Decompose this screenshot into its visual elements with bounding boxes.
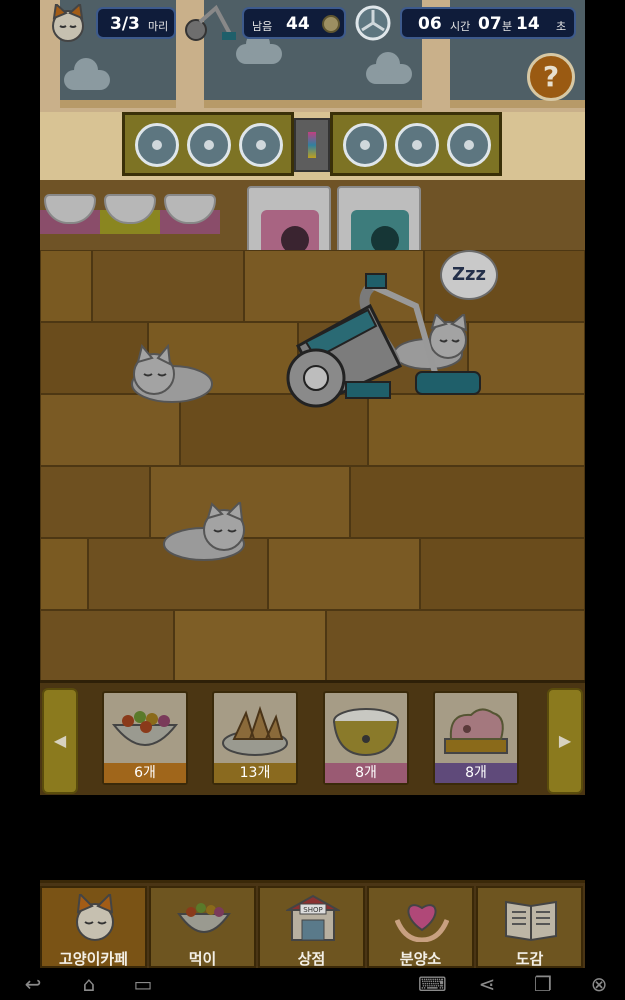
timer-minutes: 07 (478, 14, 502, 34)
shop-icon: SHOP (286, 894, 340, 941)
fan-icon (343, 123, 387, 167)
screen: Zzz 3/3 마리 남음 44 06 시간 07 분 14 초 ? ◀ 6개 … (0, 0, 625, 1000)
milk-bowl-icon (333, 708, 399, 757)
fan-control-box (294, 118, 330, 172)
nav-cat-cafe[interactable]: 고양이카페 (40, 886, 147, 968)
tray-item-count: 8개 (325, 763, 407, 783)
tray-item-mixed-kibble[interactable]: 6개 (102, 691, 188, 785)
tray-item-count: 6개 (104, 763, 186, 783)
system-bar: ↩ ⌂ ▭ ⌨ ⋖ ❐ ⊗ (0, 968, 625, 1000)
fan-panel-left (122, 112, 294, 176)
tray-item-dried-fish[interactable]: 13개 (212, 691, 298, 785)
window-icon[interactable]: ❐ (530, 972, 556, 996)
fan-icon (187, 123, 231, 167)
remaining-value: 44 (286, 14, 310, 34)
vacuum-cleaner-icon[interactable] (276, 266, 486, 416)
tray-right-arrow[interactable]: ▶ (547, 688, 583, 794)
fan-icon (447, 123, 491, 167)
nav-label: 먹이 (188, 950, 217, 968)
tray-left-arrow[interactable]: ◀ (42, 688, 78, 794)
remaining-label: 남음 (252, 20, 273, 33)
nav-food[interactable]: 먹이 (149, 886, 256, 968)
fan-panel-right (330, 112, 502, 176)
mixed-kibble-icon (111, 711, 179, 746)
dried-fish-icon (222, 705, 288, 756)
food-bowl-icon (177, 903, 231, 933)
fan-icon (395, 123, 439, 167)
nav-label: 분양소 (399, 950, 442, 968)
timer-pill: 06 시간 07 분 14 초 (400, 7, 576, 39)
bottom-nav: 고양이카페 먹이 SHOP 상점 분양소 도감 (40, 880, 585, 968)
sleeping-cat[interactable] (162, 502, 256, 564)
cat-face-icon (76, 894, 114, 941)
book-icon (505, 900, 557, 942)
timer-hours: 06 (418, 14, 442, 34)
cloud-decoration (366, 52, 412, 84)
tray-item-meat-slab[interactable]: 8개 (433, 691, 519, 785)
tray-item-milk-bowl[interactable]: 8개 (323, 691, 409, 785)
nav-encyclopedia[interactable]: 도감 (476, 886, 583, 968)
sleeping-cat[interactable] (122, 344, 216, 406)
keyboard-icon[interactable]: ⌨ (418, 972, 447, 996)
nav-shop[interactable]: SHOP 상점 (258, 886, 365, 968)
share-icon[interactable]: ⋖ (474, 972, 500, 996)
cloud-decoration (236, 32, 282, 64)
cat-count-unit: 마리 (148, 20, 169, 33)
cat-face-icon (52, 4, 84, 42)
remaining-pill: 남음 44 (242, 7, 346, 39)
timer-hours-label: 시간 (450, 20, 471, 33)
vacuum-icon (185, 4, 236, 41)
cloud-decoration (64, 58, 110, 90)
timer-seconds: 14 (516, 14, 540, 34)
heart-hands-icon (395, 904, 449, 942)
shop-sign: SHOP (303, 906, 322, 914)
back-icon[interactable]: ↩ (20, 972, 46, 996)
nav-label: 상점 (297, 950, 326, 968)
cat-count: 3/3 (110, 14, 140, 34)
close-icon[interactable]: ⊗ (586, 972, 612, 996)
recents-icon[interactable]: ▭ (130, 972, 156, 996)
timer-minutes-label: 분 (502, 20, 513, 33)
item-tray: ◀ 6개 13개 8개 8개 ▶ (40, 680, 585, 795)
meat-slab-icon (444, 708, 508, 754)
fan-icon (355, 5, 391, 41)
help-button[interactable]: ? (527, 53, 575, 101)
fan-icon (239, 123, 283, 167)
cat-count-pill: 3/3 마리 (96, 7, 176, 39)
nav-label: 도감 (515, 950, 544, 968)
nav-label: 고양이카페 (58, 950, 128, 968)
tray-item-count: 8개 (435, 763, 517, 783)
home-icon[interactable]: ⌂ (76, 972, 102, 996)
fan-icon (135, 123, 179, 167)
coin-icon (322, 15, 340, 33)
tray-item-count: 13개 (214, 763, 296, 783)
game-area[interactable]: Zzz (40, 0, 585, 795)
timer-seconds-label: 초 (556, 20, 567, 33)
nav-adoption[interactable]: 분양소 (367, 886, 474, 968)
